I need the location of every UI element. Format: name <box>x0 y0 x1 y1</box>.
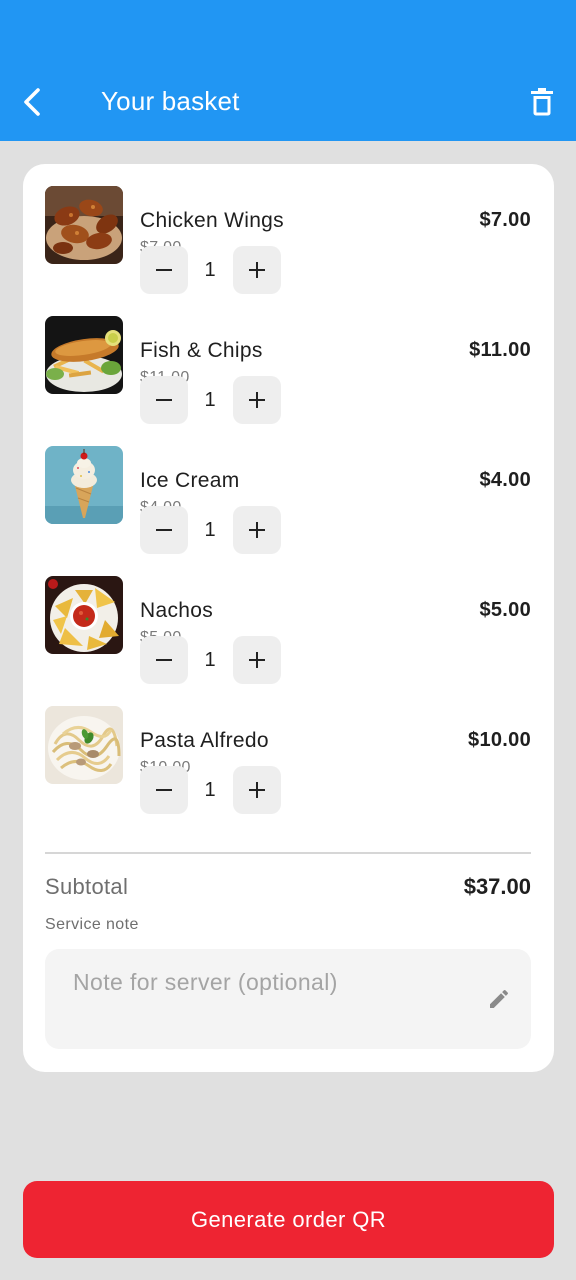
pencil-icon <box>490 989 509 1008</box>
item-total-price: $5.00 <box>479 599 531 621</box>
generate-order-qr-button[interactable]: Generate order QR <box>23 1181 554 1258</box>
item-name: Fish & Chips <box>140 339 263 362</box>
basket-item: Chicken Wings $7.00 $7.00 1 <box>45 186 531 296</box>
decrease-quantity-button[interactable] <box>140 636 188 684</box>
item-name: Chicken Wings <box>140 209 284 232</box>
plus-icon <box>249 522 265 538</box>
increase-quantity-button[interactable] <box>233 506 281 554</box>
summary-divider <box>45 852 531 854</box>
plus-icon <box>249 262 265 278</box>
item-image-fish-and-chips <box>45 316 123 394</box>
minus-icon <box>156 399 172 401</box>
decrease-quantity-button[interactable] <box>140 766 188 814</box>
basket-item: Pasta Alfredo $10.00 $10.00 1 <box>45 706 531 816</box>
basket-item: Fish & Chips $11.00 $11.00 1 <box>45 316 531 426</box>
decrease-quantity-button[interactable] <box>140 246 188 294</box>
basket-item: Ice Cream $4.00 $4.00 1 <box>45 446 531 556</box>
plus-icon <box>249 392 265 408</box>
service-note-label: Service note <box>45 916 139 933</box>
item-image-ice-cream <box>45 446 123 524</box>
service-note-field[interactable]: Note for server (optional) <box>45 949 531 1049</box>
decrease-quantity-button[interactable] <box>140 506 188 554</box>
quantity-value: 1 <box>204 779 216 801</box>
note-placeholder: Note for server (optional) <box>73 969 338 995</box>
minus-icon <box>156 269 172 271</box>
item-total-price: $11.00 <box>469 339 531 361</box>
basket-card: Chicken Wings $7.00 $7.00 1 <box>23 164 554 1072</box>
item-name: Nachos <box>140 599 214 622</box>
basket-item: Nachos $5.00 $5.00 1 <box>45 576 531 686</box>
chevron-left-icon <box>24 88 40 116</box>
quantity-value: 1 <box>204 389 216 411</box>
item-name: Pasta Alfredo <box>140 729 269 752</box>
back-button[interactable] <box>14 84 50 120</box>
item-image-nachos <box>45 576 123 654</box>
subtotal-label: Subtotal <box>45 874 129 899</box>
subtotal-value: $37.00 <box>463 874 531 899</box>
generate-order-qr-label: Generate order QR <box>190 1206 387 1232</box>
increase-quantity-button[interactable] <box>233 376 281 424</box>
item-image-pasta-alfredo <box>45 706 123 784</box>
minus-icon <box>156 659 172 661</box>
plus-icon <box>249 652 265 668</box>
decrease-quantity-button[interactable] <box>140 376 188 424</box>
plus-icon <box>249 782 265 798</box>
quantity-value: 1 <box>204 649 216 671</box>
item-image-chicken-wings <box>45 186 123 264</box>
item-total-price: $4.00 <box>479 469 531 491</box>
item-total-price: $10.00 <box>468 729 531 751</box>
page-title: Your basket <box>101 86 240 116</box>
minus-icon <box>156 789 172 791</box>
minus-icon <box>156 529 172 531</box>
quantity-value: 1 <box>204 259 216 281</box>
item-total-price: $7.00 <box>479 209 531 231</box>
app-bar: Your basket <box>0 0 576 141</box>
clear-basket-button[interactable] <box>524 84 560 120</box>
item-name: Ice Cream <box>140 469 240 492</box>
increase-quantity-button[interactable] <box>233 246 281 294</box>
trash-icon <box>531 88 553 116</box>
quantity-value: 1 <box>204 519 216 541</box>
increase-quantity-button[interactable] <box>233 766 281 814</box>
increase-quantity-button[interactable] <box>233 636 281 684</box>
